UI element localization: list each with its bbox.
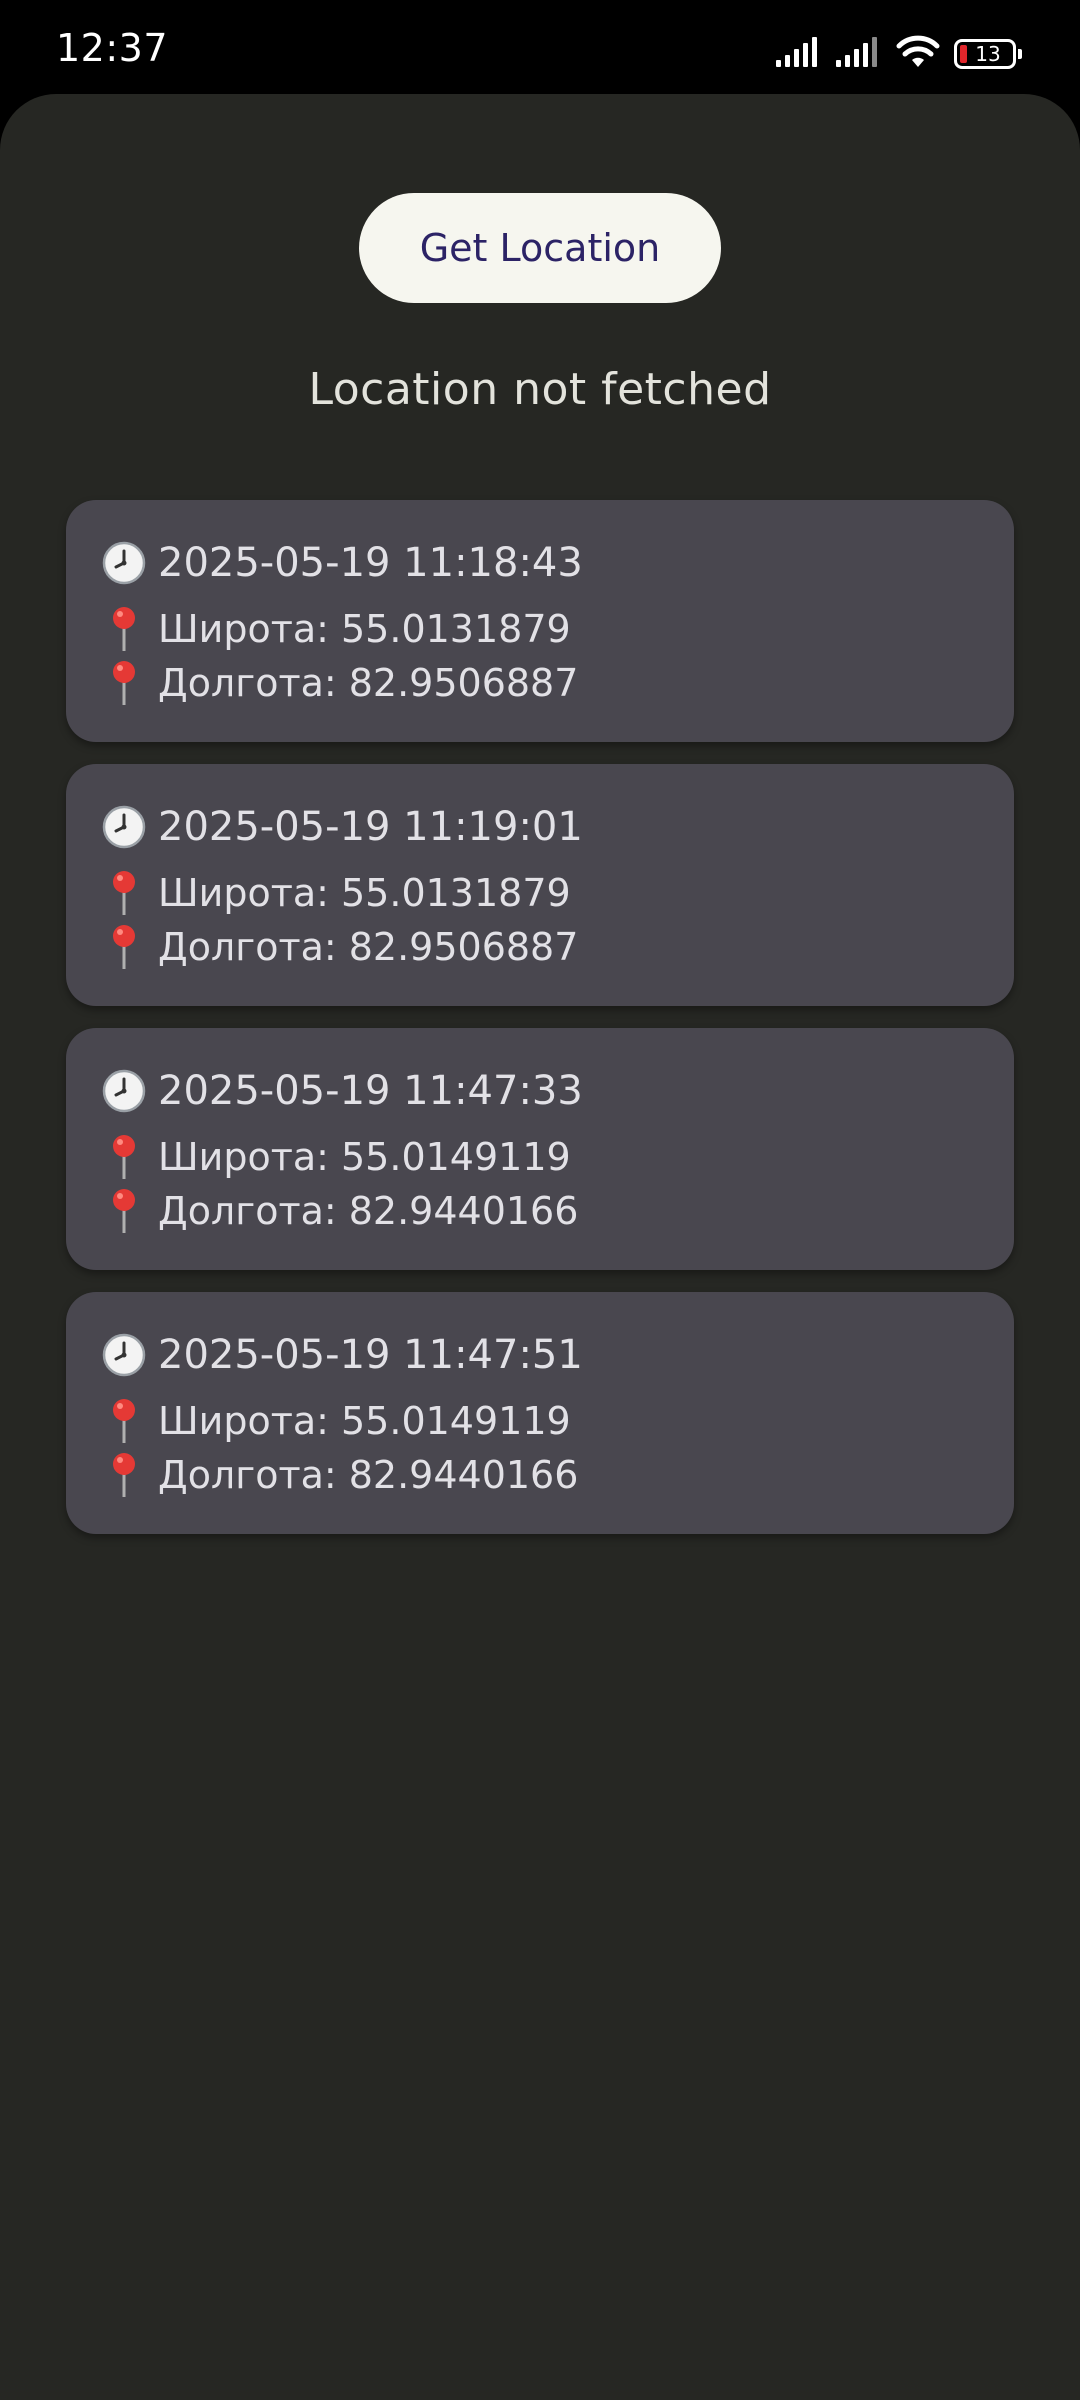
pin-icon <box>100 659 148 707</box>
pin-icon <box>100 869 148 917</box>
get-location-button[interactable]: Get Location <box>359 193 721 303</box>
status-time: 12:37 <box>56 26 169 70</box>
timestamp-line: 2025-05-19 11:47:33 <box>100 1064 1014 1118</box>
latitude-text: Широта: 55.0149119 <box>158 1399 571 1443</box>
battery-level-fill <box>960 45 967 63</box>
location-history-item: 2025-05-19 11:19:01 Широта: 55.0131879 Д… <box>66 764 1014 1006</box>
location-status: Location not fetched <box>308 364 772 415</box>
pin-icon <box>100 1133 148 1181</box>
longitude-text: Долгота: 82.9506887 <box>158 661 579 705</box>
clock-icon <box>100 805 148 849</box>
timestamp-text: 2025-05-19 11:47:33 <box>158 1068 583 1114</box>
status-icons: 13 <box>776 32 1022 76</box>
pin-icon <box>100 1451 148 1499</box>
longitude-text: Долгота: 82.9506887 <box>158 925 579 969</box>
latitude-text: Широта: 55.0131879 <box>158 607 571 651</box>
timestamp-line: 2025-05-19 11:47:51 <box>100 1328 1014 1382</box>
timestamp-line: 2025-05-19 11:19:01 <box>100 800 1014 854</box>
timestamp-text: 2025-05-19 11:19:01 <box>158 804 583 850</box>
clock-icon <box>100 541 148 585</box>
wifi-icon <box>896 35 940 73</box>
status-bar: 12:37 13 <box>0 0 1080 100</box>
pin-icon <box>100 1397 148 1445</box>
longitude-line: Долгота: 82.9440166 <box>100 1184 1014 1238</box>
clock-icon <box>100 1069 148 1113</box>
app-surface: Get Location Location not fetched 2025-0… <box>0 94 1080 2400</box>
latitude-text: Широта: 55.0131879 <box>158 871 571 915</box>
latitude-line: Широта: 55.0149119 <box>100 1130 1014 1184</box>
longitude-line: Долгота: 82.9440166 <box>100 1448 1014 1502</box>
location-history-item: 2025-05-19 11:47:33 Широта: 55.0149119 Д… <box>66 1028 1014 1270</box>
timestamp-text: 2025-05-19 11:18:43 <box>158 540 583 586</box>
longitude-text: Долгота: 82.9440166 <box>158 1189 579 1233</box>
pin-icon <box>100 1187 148 1235</box>
battery-level: 13 <box>975 42 1001 66</box>
latitude-line: Широта: 55.0149119 <box>100 1394 1014 1448</box>
signal-icon <box>836 37 882 71</box>
pin-icon <box>100 605 148 653</box>
latitude-line: Широта: 55.0131879 <box>100 866 1014 920</box>
signal-icon <box>776 37 822 71</box>
longitude-text: Долгота: 82.9440166 <box>158 1453 579 1497</box>
timestamp-line: 2025-05-19 11:18:43 <box>100 536 1014 590</box>
longitude-line: Долгота: 82.9506887 <box>100 920 1014 974</box>
clock-icon <box>100 1333 148 1377</box>
longitude-line: Долгота: 82.9506887 <box>100 656 1014 710</box>
timestamp-text: 2025-05-19 11:47:51 <box>158 1332 583 1378</box>
pin-icon <box>100 923 148 971</box>
location-history-list: 2025-05-19 11:18:43 Широта: 55.0131879 Д… <box>66 500 1014 1556</box>
latitude-line: Широта: 55.0131879 <box>100 602 1014 656</box>
latitude-text: Широта: 55.0149119 <box>158 1135 571 1179</box>
location-history-item: 2025-05-19 11:18:43 Широта: 55.0131879 Д… <box>66 500 1014 742</box>
battery-icon: 13 <box>954 39 1022 69</box>
location-history-item: 2025-05-19 11:47:51 Широта: 55.0149119 Д… <box>66 1292 1014 1534</box>
